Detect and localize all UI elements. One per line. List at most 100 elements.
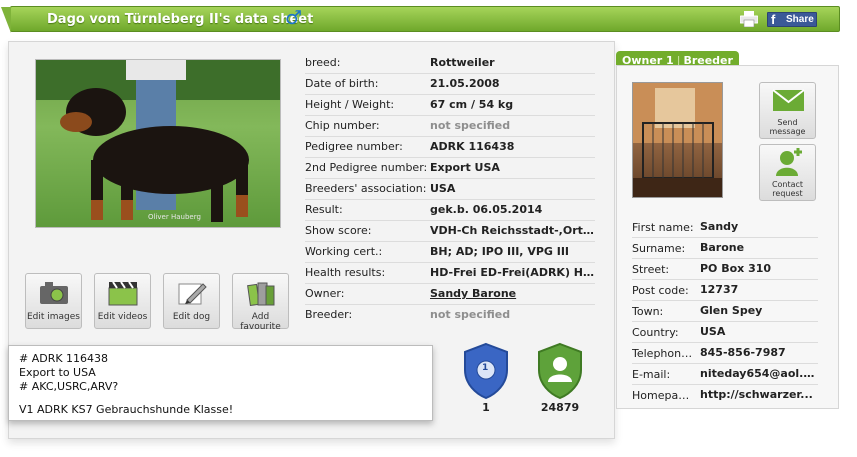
owner-photo-illustration xyxy=(633,83,722,197)
detail-key: Height / Weight: xyxy=(305,98,395,111)
header-bar: Dago vom Türnleberg II's data sheet ♂ f … xyxy=(1,6,840,33)
owner-key: First name: xyxy=(632,221,694,234)
views-count: 24879 xyxy=(540,401,580,414)
edit-videos-label: Edit videos xyxy=(97,312,148,322)
owner-row-post-code: Post code: 12737 xyxy=(632,280,818,301)
edit-dog-button[interactable]: Edit dog xyxy=(163,273,220,329)
detail-row-height-weight: Height / Weight: 67 cm / 54 kg xyxy=(305,95,595,116)
edit-dog-label: Edit dog xyxy=(172,312,211,322)
rank-number: 1 xyxy=(482,363,489,373)
owner-value: Barone xyxy=(700,241,745,254)
contact-request-button[interactable]: Contact request xyxy=(759,144,816,201)
detail-value: HD-Frei ED-Frei(ADRK) He... xyxy=(430,266,595,279)
clapperboard-icon xyxy=(108,281,138,306)
detail-key: breed: xyxy=(305,56,341,69)
detail-value: not specified xyxy=(430,308,511,321)
detail-key: Date of birth: xyxy=(305,77,379,90)
detail-row-breeders-association: Breeders' association: USA xyxy=(305,179,595,200)
detail-row-owner: Owner: Sandy Barone xyxy=(305,284,595,305)
notes-line: Export to USA xyxy=(19,366,96,379)
notes-box: # ADRK 116438 Export to USA # AKC,USRC,A… xyxy=(8,345,433,421)
print-icon[interactable] xyxy=(740,11,758,27)
detail-value: gek.b. 06.05.2014 xyxy=(430,203,543,216)
add-contact-icon xyxy=(776,148,802,176)
owner-email[interactable]: niteday654@aol.com xyxy=(700,367,818,380)
owner-key: E-mail: xyxy=(632,368,671,381)
notes-line: # ADRK 116438 xyxy=(19,352,109,365)
owner-row-surname: Surname: Barone xyxy=(632,238,818,259)
detail-key: Working cert.: xyxy=(305,245,383,258)
send-message-button[interactable]: Send message xyxy=(759,82,816,139)
detail-row-health-results: Health results: HD-Frei ED-Frei(ADRK) He.… xyxy=(305,263,595,284)
owner-tabs: Owner 1 | Breeder xyxy=(616,51,739,67)
notes-line: V1 ADRK KS7 Gebrauchshunde Klasse! xyxy=(19,403,234,416)
pencil-icon xyxy=(178,283,207,305)
detail-row-pedigree-number: Pedigree number: ADRK 116438 xyxy=(305,137,595,158)
owner-row-street: Street: PO Box 310 xyxy=(632,259,818,280)
detail-value: VDH-Ch Reichsstadt-,Orten... xyxy=(430,224,595,237)
send-message-label: Send message xyxy=(769,118,806,136)
facebook-share-button[interactable]: f Share xyxy=(767,12,817,27)
books-icon xyxy=(247,282,275,306)
owner-value: PO Box 310 xyxy=(700,262,772,275)
owner-value: USA xyxy=(700,325,726,338)
detail-key: Show score: xyxy=(305,224,372,237)
contact-request-label: Contact request xyxy=(771,180,804,198)
user-shield-icon xyxy=(538,342,582,400)
detail-key: Result: xyxy=(305,203,343,216)
male-icon: ♂ xyxy=(285,7,303,29)
detail-row-date-of-birth: Date of birth: 21.05.2008 xyxy=(305,74,595,95)
owner-photo[interactable] xyxy=(632,82,723,198)
edit-images-label: Edit images xyxy=(26,312,80,322)
detail-row-2nd-pedigree-number: 2nd Pedigree number: Export USA xyxy=(305,158,595,179)
share-label: Share xyxy=(786,14,814,25)
owner-value: Glen Spey xyxy=(700,304,763,317)
dog-photo[interactable]: Oliver Hauberg xyxy=(35,59,281,228)
owner-row-email: E-mail: niteday654@aol.com xyxy=(632,364,818,385)
detail-key: Breeders' association: xyxy=(305,182,427,195)
owner-homepage[interactable]: http://schwarzer... xyxy=(700,388,818,401)
owner-key: Surname: xyxy=(632,242,686,255)
dog-illustration xyxy=(36,60,280,222)
detail-value: BH; AD; IPO III, VPG III xyxy=(430,245,570,258)
detail-value: USA xyxy=(430,182,456,195)
facebook-icon: f xyxy=(771,12,776,27)
detail-key: Chip number: xyxy=(305,119,380,132)
detail-key: 2nd Pedigree number: xyxy=(305,161,428,174)
detail-key: Owner: xyxy=(305,287,345,300)
detail-key: Breeder: xyxy=(305,308,353,321)
detail-row-breeder: Breeder: not specified xyxy=(305,305,595,326)
add-favourite-label: Add favourite xyxy=(240,312,281,332)
detail-key: Health results: xyxy=(305,266,386,279)
owner-value: 12737 xyxy=(700,283,739,296)
owner-value: Sandy xyxy=(700,220,739,233)
edit-images-button[interactable]: Edit images xyxy=(25,273,82,329)
edit-videos-button[interactable]: Edit videos xyxy=(94,273,151,329)
detail-row-breed: breed: Rottweiler xyxy=(305,53,595,74)
detail-value: Export USA xyxy=(430,161,500,174)
detail-value: ADRK 116438 xyxy=(430,140,515,153)
owner-row-first-name: First name: Sandy xyxy=(632,217,818,238)
photo-watermark: Oliver Hauberg xyxy=(148,213,201,221)
detail-row-working-cert: Working cert.: BH; AD; IPO III, VPG III xyxy=(305,242,595,263)
owner-panel: Send message Contact request First name: Sa… xyxy=(616,65,839,409)
notes-line: # AKC,USRC,ARV? xyxy=(19,380,119,393)
owner-key: Homepage: xyxy=(632,389,694,402)
owner-link[interactable]: Sandy Barone xyxy=(430,287,595,300)
detail-value: not specified xyxy=(430,119,511,132)
owner-key: Telephone ... xyxy=(632,347,694,360)
camera-icon xyxy=(40,282,68,304)
add-favourite-button[interactable]: Add favourite xyxy=(232,273,289,332)
owner-value: 845-856-7987 xyxy=(700,346,786,359)
detail-value: 67 cm / 54 kg xyxy=(430,98,514,111)
detail-value: Rottweiler xyxy=(430,56,495,69)
rank-count: 1 xyxy=(482,401,490,414)
owner-row-telephone: Telephone ... 845-856-7987 xyxy=(632,343,818,364)
detail-row-show-score: Show score: VDH-Ch Reichsstadt-,Orten... xyxy=(305,221,595,242)
detail-key: Pedigree number: xyxy=(305,140,403,153)
detail-value: 21.05.2008 xyxy=(430,77,500,90)
page-title: Dago vom Türnleberg II's data sheet xyxy=(47,12,314,27)
owner-row-country: Country: USA xyxy=(632,322,818,343)
owner-key: Post code: xyxy=(632,284,689,297)
envelope-icon xyxy=(772,89,805,111)
